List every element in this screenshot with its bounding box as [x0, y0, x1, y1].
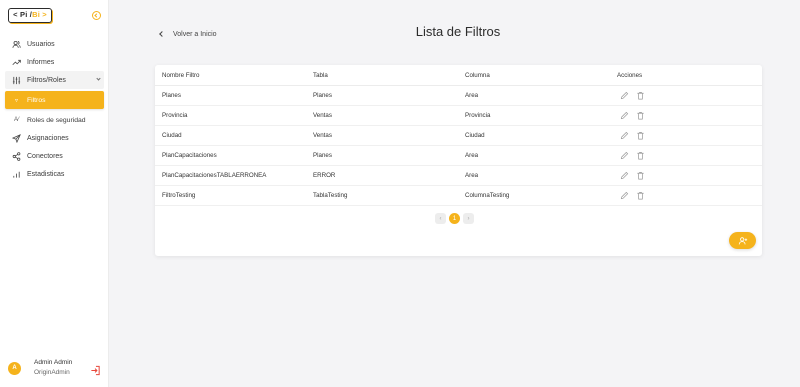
sidebar-item-roles-seguridad[interactable]: A⁄ Roles de seguridad — [0, 111, 109, 129]
sidebar-item-informes[interactable]: Informes — [0, 53, 109, 71]
table-row: Planes Planes Area — [155, 86, 762, 106]
cell-columna: Area — [465, 172, 479, 179]
chevron-down-icon — [96, 76, 101, 81]
cell-columna: Area — [465, 152, 479, 159]
edit-icon[interactable] — [620, 191, 629, 200]
table-header: Nombre Filtro Tabla Columna Acciones — [155, 65, 762, 86]
sidebar-item-conectores[interactable]: Conectores — [0, 147, 109, 165]
page-title: Lista de Filtros — [415, 24, 501, 39]
users-icon — [12, 40, 21, 49]
edit-icon[interactable] — [620, 151, 629, 160]
back-to-home-link[interactable]: Volver a Inicio — [158, 28, 217, 40]
trash-icon[interactable] — [636, 111, 645, 120]
cell-columna: ColumnaTesting — [465, 192, 510, 199]
cell-tabla: Ventas — [313, 112, 332, 119]
user-profile: A Admin Admin OriginAdmin — [8, 359, 103, 379]
filters-table-card: Nombre Filtro Tabla Columna Acciones Pla… — [155, 65, 762, 256]
avatar[interactable]: A — [8, 362, 21, 375]
bar-chart-icon — [12, 170, 21, 179]
cell-tabla: TablaTesting — [313, 192, 348, 199]
sidebar-item-label: Conectores — [27, 152, 63, 160]
cell-tabla: Planes — [313, 152, 332, 159]
table-row: PlanCapacitaciones Planes Area — [155, 146, 762, 166]
send-icon — [12, 133, 21, 143]
trash-icon[interactable] — [636, 151, 645, 160]
cell-columna: Ciudad — [465, 132, 485, 139]
column-header: Tabla — [313, 71, 328, 79]
cell-columna: Area — [465, 92, 479, 99]
cell-nombre: FiltroTesting — [162, 192, 196, 199]
cell-columna: Provincia — [465, 112, 491, 119]
edit-icon[interactable] — [620, 131, 629, 140]
edit-icon[interactable] — [620, 91, 629, 100]
add-filter-button[interactable] — [729, 232, 756, 249]
sidebar-item-label: Roles de seguridad — [27, 116, 86, 124]
next-page-button[interactable]: › — [463, 213, 474, 224]
cell-nombre: Planes — [162, 92, 181, 99]
cell-tabla: Planes — [313, 92, 332, 99]
add-user-icon — [738, 236, 747, 244]
cell-tabla: Ventas — [313, 132, 332, 139]
roles-icon: A⁄ — [13, 117, 19, 123]
chevron-left-icon — [159, 31, 165, 37]
trash-icon[interactable] — [636, 171, 645, 180]
column-header: Columna — [465, 71, 490, 79]
sidebar-item-asignaciones[interactable]: Asignaciones — [0, 129, 109, 147]
page-button-current[interactable]: 1 — [449, 213, 460, 224]
cell-nombre: PlanCapacitacionesTABLAERRONEA — [162, 172, 267, 179]
cell-nombre: PlanCapacitaciones — [162, 152, 217, 159]
user-role: OriginAdmin — [34, 369, 70, 376]
sidebar: < Pi /Bi > Usuarios Informes Filtros/Rol… — [0, 0, 109, 387]
sidebar-item-usuarios[interactable]: Usuarios — [0, 35, 109, 53]
cell-tabla: ERROR — [313, 172, 336, 179]
cell-nombre: Ciudad — [162, 132, 182, 139]
filter-icon: ▿ — [14, 97, 18, 104]
sidebar-item-label: Estadisticas — [27, 170, 65, 178]
sidebar-item-estadisticas[interactable]: Estadisticas — [0, 165, 109, 183]
sidebar-item-label: Filtros/Roles — [27, 76, 66, 84]
trash-icon[interactable] — [636, 131, 645, 140]
sidebar-item-label: Usuarios — [27, 40, 55, 48]
collapse-sidebar-button[interactable] — [92, 11, 101, 20]
column-header: Nombre Filtro — [162, 71, 200, 79]
logout-icon[interactable] — [90, 363, 101, 376]
trash-icon[interactable] — [636, 91, 645, 100]
edit-icon[interactable] — [620, 111, 629, 120]
sidebar-item-label: Asignaciones — [27, 134, 69, 142]
sidebar-item-filtros-roles[interactable]: Filtros/Roles — [5, 71, 104, 89]
edit-icon[interactable] — [620, 171, 629, 180]
sidebar-item-filtros[interactable]: ▿ Filtros — [5, 91, 104, 109]
column-header: Acciones — [617, 71, 643, 79]
table-row: Provincia Ventas Provincia — [155, 106, 762, 126]
table-row: PlanCapacitacionesTABLAERRONEA ERROR Are… — [155, 166, 762, 186]
cell-nombre: Provincia — [162, 112, 188, 119]
pibi-logo[interactable]: < Pi /Bi > — [8, 8, 52, 23]
prev-page-button[interactable]: ‹ — [435, 213, 446, 224]
share-icon — [12, 151, 21, 161]
sidebar-nav: Usuarios Informes Filtros/Roles ▿ Filtro… — [0, 35, 109, 183]
trash-icon[interactable] — [636, 191, 645, 200]
sidebar-item-label: Informes — [27, 58, 55, 66]
back-label: Volver a Inicio — [173, 30, 217, 38]
user-name: Admin Admin — [34, 359, 73, 366]
table-row: FiltroTesting TablaTesting ColumnaTestin… — [155, 186, 762, 206]
table-row: Ciudad Ventas Ciudad — [155, 126, 762, 146]
sidebar-item-label: Filtros — [27, 96, 46, 104]
sliders-icon — [12, 76, 21, 85]
trend-icon — [12, 58, 21, 67]
pagination: ‹ 1 › — [435, 213, 474, 225]
